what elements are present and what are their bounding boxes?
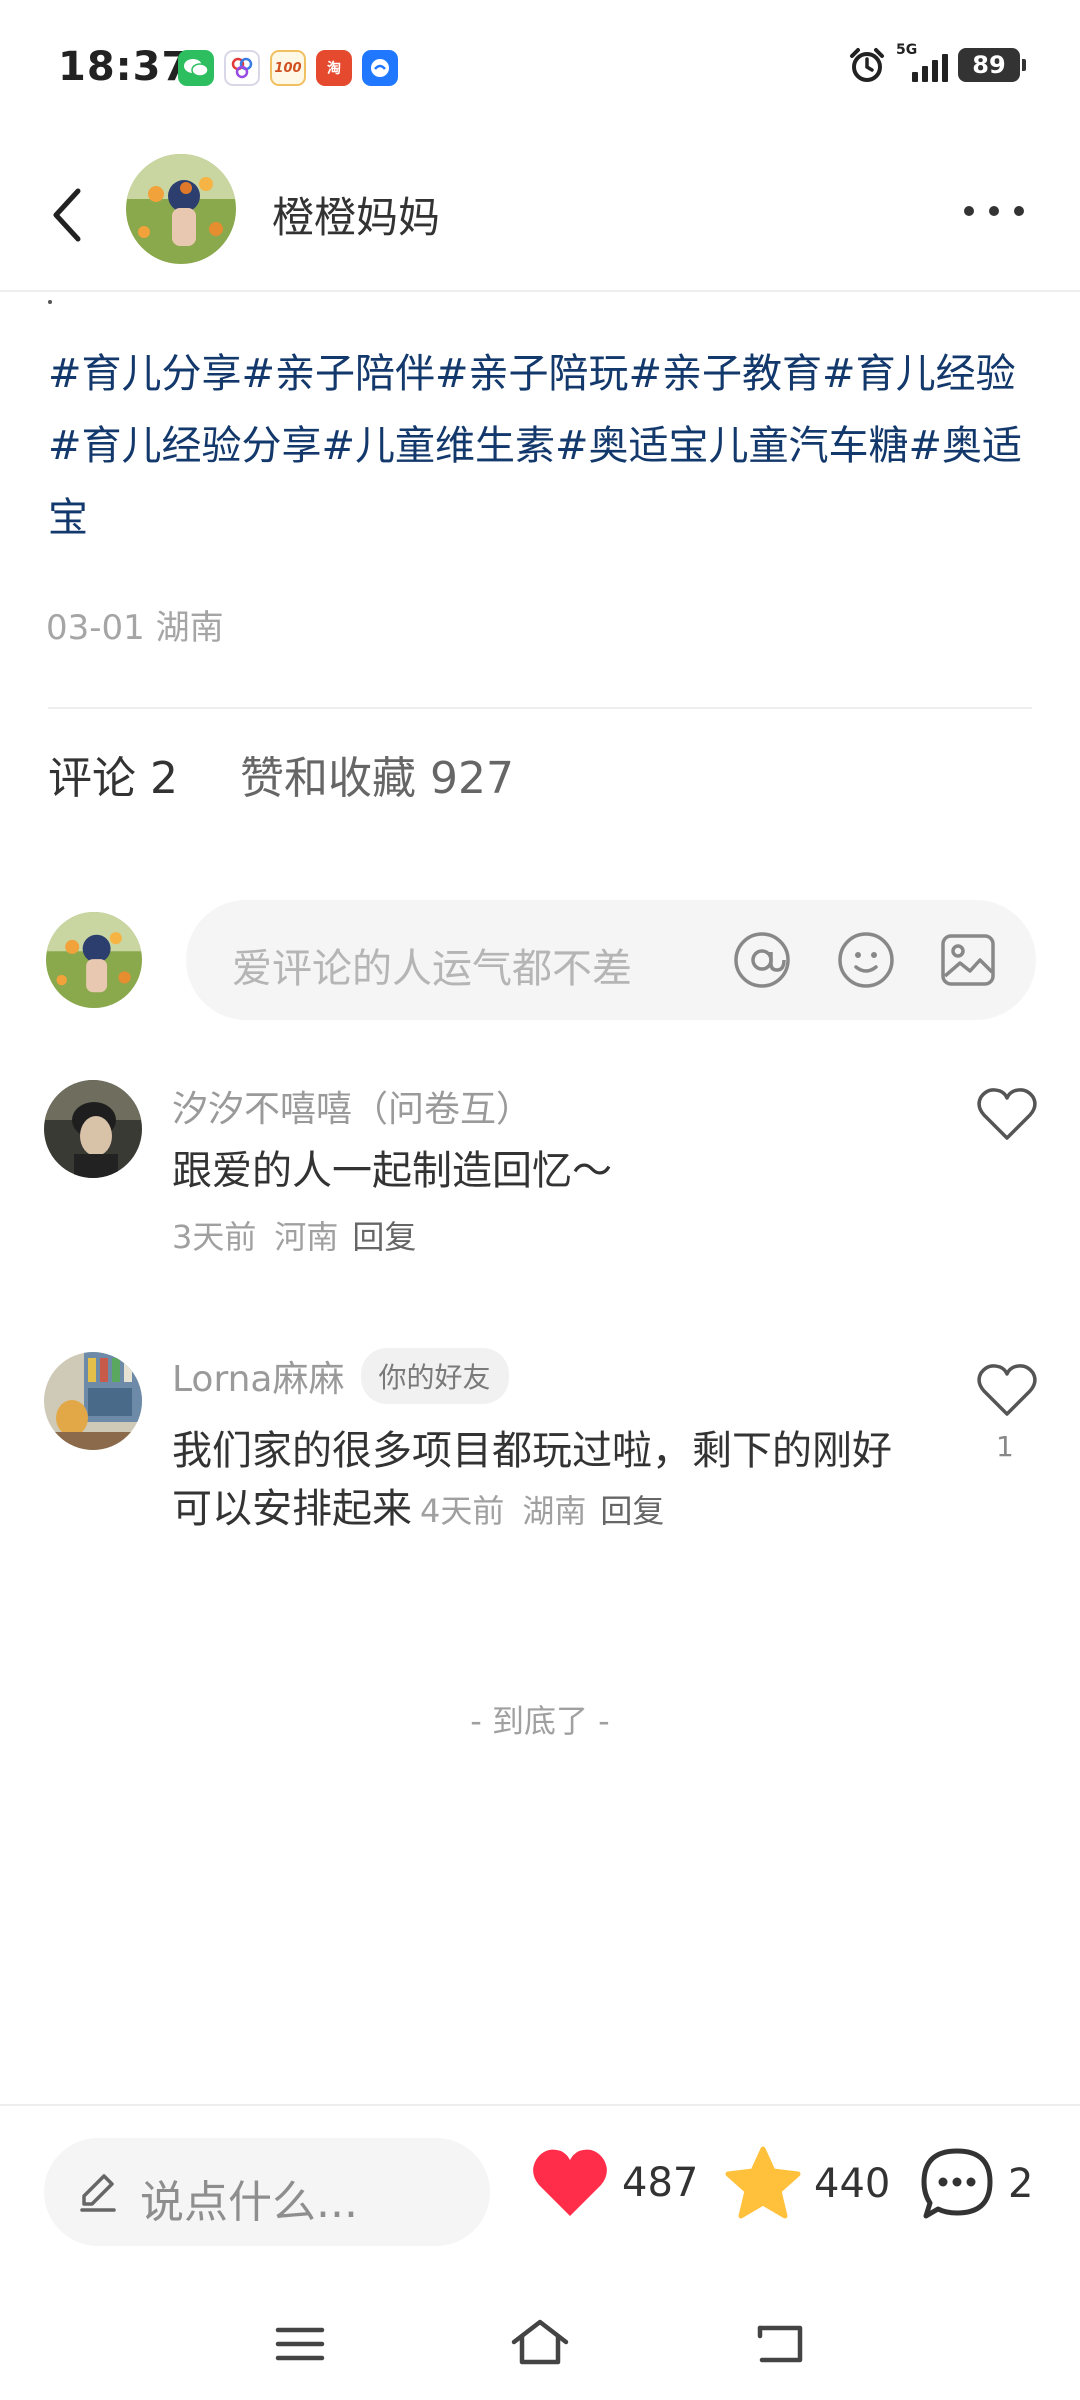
- commenter-name-row: Lorna麻麻 你的好友: [172, 1348, 509, 1404]
- network-type: 5G: [896, 42, 918, 58]
- baidu-icon: [224, 50, 260, 86]
- commenter-avatar[interactable]: [44, 1080, 142, 1178]
- tab-comments[interactable]: 评论 2: [48, 742, 178, 806]
- system-nav-bar: [0, 2290, 1080, 2400]
- friend-badge: 你的好友: [360, 1348, 509, 1404]
- chevron-left-icon: [53, 188, 81, 242]
- like-count: 487: [622, 2160, 699, 2206]
- comment-meta: 3天前 河南 回复: [172, 1208, 932, 1266]
- more-dot: [1014, 206, 1024, 216]
- taobao-icon: 淘: [316, 50, 352, 86]
- battery-icon: 89: [958, 48, 1026, 82]
- comment-input[interactable]: 爱评论的人运气都不差: [186, 900, 1036, 1020]
- comment-text[interactable]: 我们家的很多项目都玩过啦，剩下的刚好可以安排起来 4天前 湖南 回复: [172, 1422, 892, 1540]
- comment-location: 湖南: [522, 1492, 587, 1530]
- wechat-icon: [178, 50, 214, 86]
- comment-text[interactable]: 跟爱的人一起制造回忆～: [172, 1142, 932, 1200]
- post-meta: 03-01 湖南: [46, 600, 224, 649]
- back-button[interactable]: [38, 180, 98, 250]
- post-header: 橙橙妈妈: [0, 140, 1080, 292]
- comment-time: 3天前: [172, 1218, 257, 1256]
- heart-icon[interactable]: [976, 1362, 1038, 1418]
- emoji-icon[interactable]: [836, 930, 896, 990]
- status-right: 5G 89: [848, 42, 1026, 84]
- comment-location: 河南: [274, 1218, 339, 1256]
- menu-icon[interactable]: [270, 2314, 330, 2374]
- comment-placeholder: 爱评论的人运气都不差: [232, 946, 632, 992]
- text-dot: [48, 300, 52, 304]
- home-icon[interactable]: [510, 2314, 570, 2374]
- status-bar: 18:37 100 淘 5G 89: [0, 0, 1080, 140]
- commenter-name-row: 汐汐不嘻嘻（问卷互）: [172, 1080, 532, 1132]
- author-avatar[interactable]: [126, 154, 236, 264]
- notification-icons: 100 淘: [178, 50, 398, 86]
- message-app-icon: [362, 50, 398, 86]
- hundred-icon: 100: [270, 50, 306, 86]
- back-nav-icon[interactable]: [750, 2314, 810, 2374]
- alarm-icon: [850, 48, 884, 82]
- comment-meta: 4天前 湖南 回复: [420, 1492, 664, 1530]
- comment-bubble-icon: [921, 2148, 993, 2219]
- image-icon[interactable]: [938, 930, 998, 990]
- comment-time: 4天前: [420, 1492, 505, 1530]
- signal-icon: 5G: [896, 42, 948, 82]
- favorite-count: 440: [814, 2161, 891, 2207]
- star-filled-icon: [725, 2146, 801, 2219]
- reply-button[interactable]: 回复: [600, 1492, 664, 1530]
- heart-icon[interactable]: [976, 1086, 1038, 1142]
- commenter-name[interactable]: Lorna麻麻: [172, 1350, 345, 1402]
- bottom-action-bar: 说点什么... 487 440 2: [0, 2104, 1080, 2284]
- end-of-list-text: - 到底了 -: [470, 1702, 610, 1740]
- post-date: 03-01: [46, 608, 145, 648]
- reply-button[interactable]: 回复: [352, 1218, 416, 1256]
- divider: [48, 707, 1032, 709]
- comment-count: 2: [1008, 2161, 1034, 2207]
- battery-level: 89: [972, 51, 1006, 79]
- favorite-stat[interactable]: 440: [724, 2146, 890, 2222]
- comment-tabs: 评论 2 赞和收藏 927: [48, 742, 514, 806]
- more-dot: [964, 206, 974, 216]
- comment-stat[interactable]: 2: [918, 2146, 1033, 2222]
- post-hashtags[interactable]: #育儿分享#亲子陪伴#亲子陪玩#亲子教育#育儿经验#育儿经验分享#儿童维生素#奥…: [48, 338, 1028, 554]
- my-avatar: [46, 912, 142, 1008]
- say-placeholder: 说点什么...: [140, 2177, 358, 2228]
- tab-likes-favorites[interactable]: 赞和收藏 927: [240, 742, 514, 806]
- mention-icon[interactable]: [732, 930, 792, 990]
- more-options-button[interactable]: [958, 186, 1030, 236]
- pencil-icon: [80, 2174, 116, 2212]
- more-dot: [989, 206, 999, 216]
- commenter-avatar[interactable]: [44, 1352, 142, 1450]
- status-time: 18:37: [58, 44, 191, 90]
- heart-filled-icon: [533, 2149, 607, 2216]
- author-name[interactable]: 橙橙妈妈: [272, 184, 440, 245]
- comment-like-count: 1: [996, 1430, 1014, 1463]
- commenter-name[interactable]: 汐汐不嘻嘻（问卷互）: [172, 1080, 532, 1132]
- say-something-input[interactable]: 说点什么...: [44, 2138, 490, 2246]
- like-stat[interactable]: 487: [530, 2146, 698, 2220]
- post-location: 湖南: [155, 608, 224, 648]
